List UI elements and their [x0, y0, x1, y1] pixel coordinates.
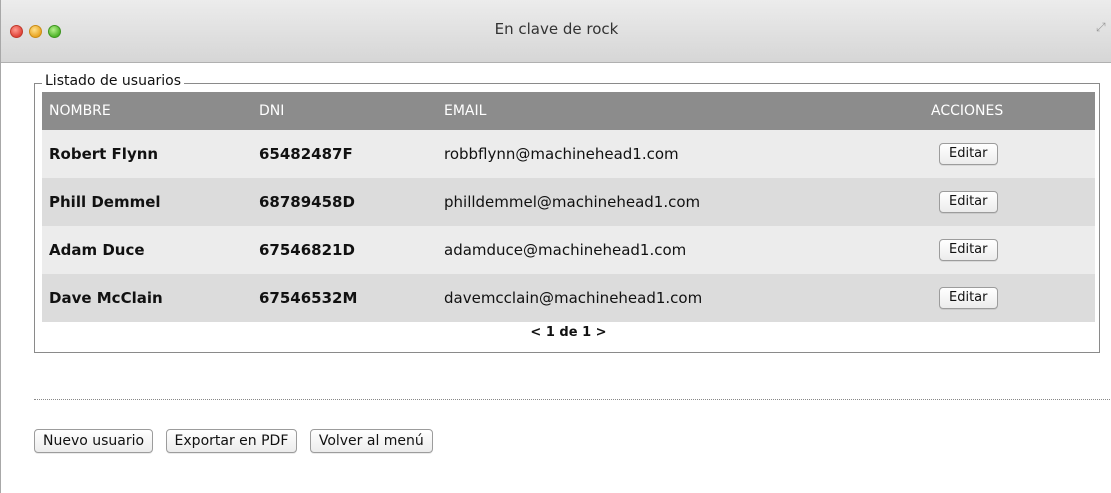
pagination: < 1 de 1 >	[42, 325, 1095, 340]
table-row: Adam Duce 67546821D adamduce@machinehead…	[42, 226, 1095, 274]
table-header-row: NOMBRE DNI EMAIL ACCIONES	[42, 92, 1095, 130]
app-window: En clave de rock ⤢ Listado de usuarios N…	[0, 0, 1111, 493]
cell-name: Phill Demmel	[42, 178, 252, 226]
divider	[34, 399, 1111, 400]
cell-email: philldemmel@machinehead1.com	[437, 178, 927, 226]
cell-name: Adam Duce	[42, 226, 252, 274]
cell-email: robbflynn@machinehead1.com	[437, 130, 927, 178]
header-name: NOMBRE	[42, 92, 252, 130]
header-dni: DNI	[252, 92, 437, 130]
table-row: Robert Flynn 65482487F robbflynn@machine…	[42, 130, 1095, 178]
users-table: NOMBRE DNI EMAIL ACCIONES Robert Flynn 6…	[42, 92, 1095, 322]
table-row: Dave McClain 67546532M davemcclain@machi…	[42, 274, 1095, 322]
edit-button[interactable]: Editar	[939, 239, 998, 261]
cell-dni: 67546821D	[252, 226, 437, 274]
cell-actions: Editar	[927, 130, 1095, 178]
new-user-button[interactable]: Nuevo usuario	[34, 429, 154, 453]
pager-prev-link[interactable]: <	[530, 325, 541, 340]
title-bar[interactable]: En clave de rock ⤢	[1, 0, 1111, 63]
header-actions: ACCIONES	[927, 92, 1095, 130]
edit-button[interactable]: Editar	[939, 287, 998, 309]
fullscreen-icon[interactable]: ⤢	[1096, 20, 1110, 34]
panel-legend: Listado de usuarios	[42, 73, 185, 89]
cell-name: Robert Flynn	[42, 130, 252, 178]
cell-dni: 67546532M	[252, 274, 437, 322]
cell-actions: Editar	[927, 226, 1095, 274]
cell-dni: 65482487F	[252, 130, 437, 178]
cell-actions: Editar	[927, 178, 1095, 226]
cell-email: davemcclain@machinehead1.com	[437, 274, 927, 322]
table-row: Phill Demmel 68789458D philldemmel@machi…	[42, 178, 1095, 226]
header-email: EMAIL	[437, 92, 927, 130]
edit-button[interactable]: Editar	[939, 191, 998, 213]
edit-button[interactable]: Editar	[939, 143, 998, 165]
export-pdf-button[interactable]: Exportar en PDF	[165, 429, 298, 453]
cell-name: Dave McClain	[42, 274, 252, 322]
cell-actions: Editar	[927, 274, 1095, 322]
bottom-actions: Nuevo usuario Exportar en PDF Volver al …	[34, 429, 441, 453]
back-to-menu-button[interactable]: Volver al menú	[309, 429, 433, 453]
cell-email: adamduce@machinehead1.com	[437, 226, 927, 274]
cell-dni: 68789458D	[252, 178, 437, 226]
window-title: En clave de rock	[494, 20, 619, 38]
pager-status: 1 de 1	[545, 325, 592, 340]
pager-next-link[interactable]: >	[596, 325, 607, 340]
